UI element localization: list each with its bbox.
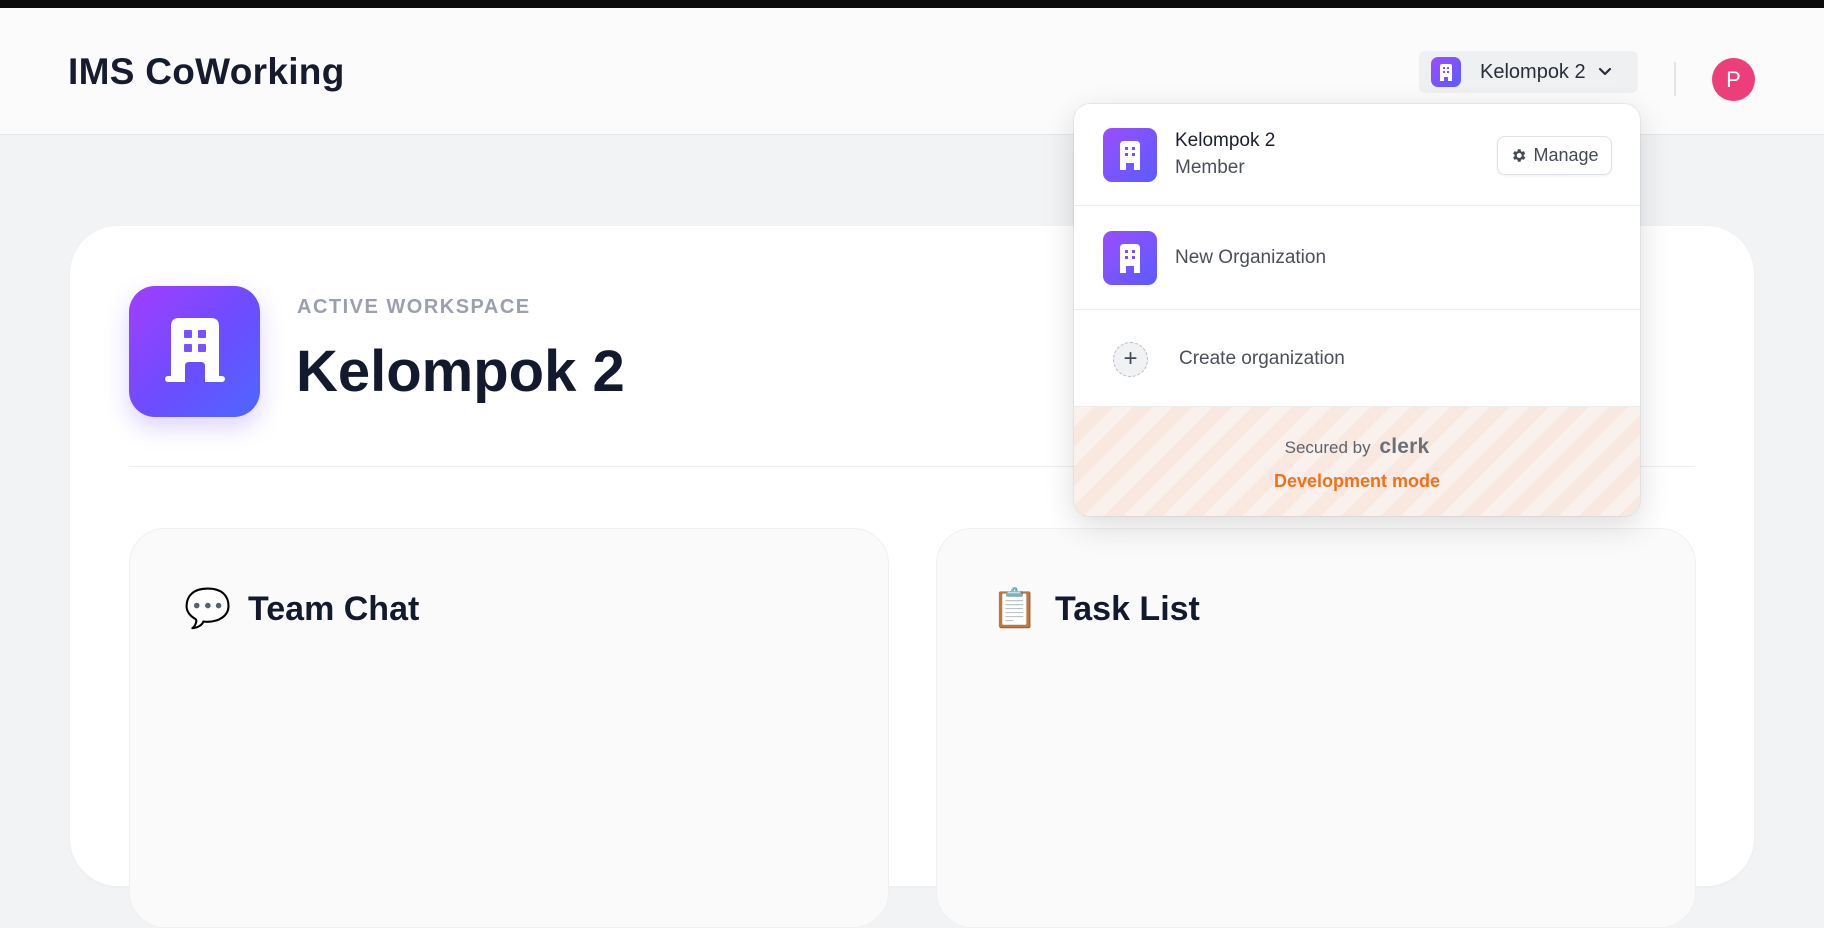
active-organization-name: Kelompok 2: [1175, 130, 1276, 151]
create-organization-label: Create organization: [1179, 348, 1345, 369]
window-top-strip: [0, 0, 1824, 8]
organization-name: New Organization: [1175, 246, 1327, 268]
team-chat-panel: 💬 Team Chat: [129, 528, 889, 928]
building-icon: [1431, 57, 1461, 87]
manage-button-label: Manage: [1533, 145, 1599, 165]
organization-dropdown: Kelompok 2 Member Manage New Organizatio…: [1074, 104, 1640, 516]
clipboard-icon: 📋: [991, 588, 1039, 630]
building-icon: [1103, 230, 1157, 285]
manage-organization-button[interactable]: Manage: [1497, 136, 1612, 175]
plus-icon: +: [1113, 341, 1148, 377]
workspace-logo: [129, 286, 260, 417]
clerk-logo[interactable]: clerk: [1379, 435, 1429, 458]
building-icon: [1103, 127, 1157, 182]
organization-switcher-label: Kelompok 2: [1480, 60, 1586, 83]
organization-switcher[interactable]: Kelompok 2: [1419, 51, 1638, 93]
dropdown-footer: Secured by clerk Development mode: [1074, 406, 1640, 516]
active-organization-role: Member: [1175, 157, 1245, 178]
create-organization-button[interactable]: + Create organization: [1074, 310, 1640, 408]
secured-by-text: Secured by clerk: [1074, 435, 1640, 459]
team-chat-header: 💬 Team Chat: [184, 587, 419, 631]
chat-bubble-icon: 💬: [184, 588, 232, 630]
workspace-name: Kelompok 2: [296, 339, 625, 404]
user-avatar[interactable]: P: [1712, 58, 1755, 101]
task-list-panel: 📋 Task List: [936, 528, 1696, 928]
gear-icon: [1510, 147, 1527, 164]
workspace-eyebrow: ACTIVE WORKSPACE: [297, 296, 531, 318]
header-divider: [1674, 62, 1676, 96]
app-title: IMS CoWorking: [68, 51, 345, 92]
task-list-header: 📋 Task List: [991, 587, 1200, 631]
secured-by-label: Secured by: [1284, 438, 1371, 457]
building-icon: [164, 316, 225, 387]
chevron-down-icon: [1598, 67, 1612, 77]
organization-list-item[interactable]: New Organization: [1074, 206, 1640, 310]
development-mode-badge: Development mode: [1273, 471, 1441, 491]
active-organization-row: Kelompok 2 Member Manage: [1074, 104, 1640, 206]
task-list-title: Task List: [1055, 589, 1200, 628]
team-chat-title: Team Chat: [248, 589, 420, 628]
